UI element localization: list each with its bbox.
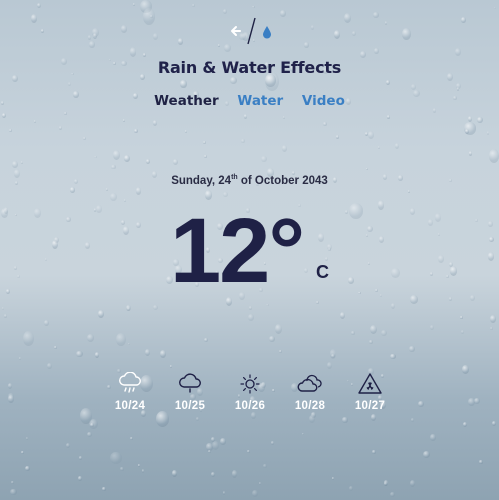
date-day: Sunday, 24 — [171, 174, 232, 187]
date-ordinal: th — [231, 174, 238, 181]
rain-cloud-icon — [119, 372, 141, 393]
nav-water-link[interactable]: Water — [237, 93, 283, 109]
forecast-date: 10/24 — [114, 400, 146, 412]
date-rest: of October 2043 — [237, 174, 328, 187]
forecast-date: 10/26 — [234, 400, 266, 412]
current-date: Sunday, 24th of October 2043 — [0, 174, 499, 187]
forecast-day[interactable]: 10/27 — [345, 372, 395, 412]
main-nav: Weather Water Video — [0, 93, 499, 109]
forecast-date: 10/28 — [294, 400, 326, 412]
forecast-date: 10/27 — [354, 400, 386, 412]
nav-video-link[interactable]: Video — [302, 93, 345, 109]
app-container: Rain & Water Effects Weather Water Video… — [0, 0, 499, 500]
forecast-day[interactable]: 10/25 — [165, 372, 215, 412]
forecast-day[interactable]: 10/28 — [285, 372, 335, 412]
hazard-icon — [358, 373, 382, 394]
forecast-day[interactable]: 10/26 — [225, 372, 275, 412]
forecast-date: 10/25 — [174, 400, 206, 412]
sun-icon — [240, 374, 260, 394]
temperature-value: 12° — [170, 200, 305, 302]
cloud-icon — [179, 373, 201, 393]
logo-icon[interactable] — [226, 16, 276, 46]
forecast-day[interactable]: 10/24 — [105, 372, 155, 412]
temperature-unit: C — [316, 262, 329, 282]
cloudy-icon — [297, 374, 322, 392]
page-title: Rain & Water Effects — [157, 58, 342, 77]
nav-weather-link[interactable]: Weather — [154, 93, 219, 109]
